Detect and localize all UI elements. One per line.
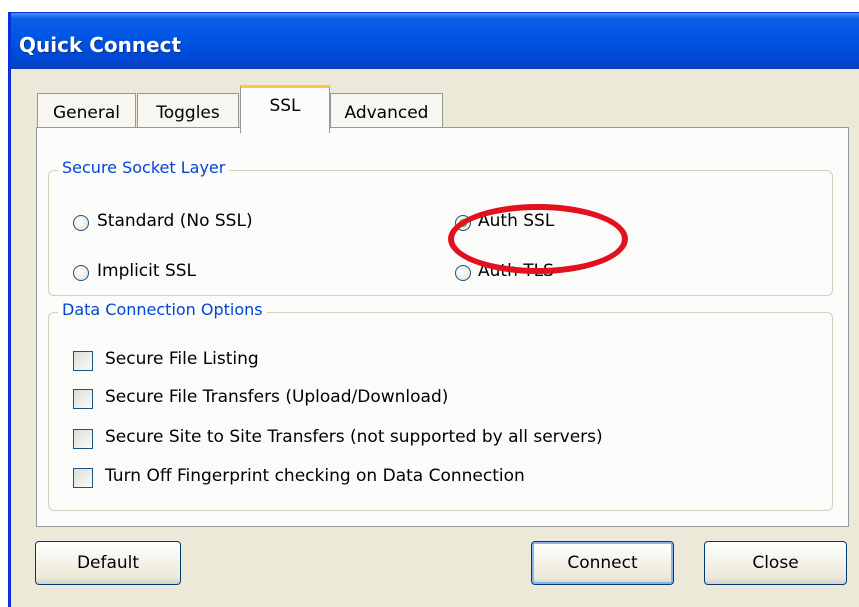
checkbox[interactable] bbox=[73, 468, 93, 488]
connect-button[interactable]: Connect bbox=[531, 541, 674, 585]
checkbox-label: Secure File Listing bbox=[105, 349, 259, 369]
tab-advanced[interactable]: Advanced bbox=[330, 93, 443, 129]
close-button[interactable]: Close bbox=[704, 541, 847, 585]
title-bar[interactable]: Quick Connect bbox=[11, 13, 859, 69]
radio-button[interactable] bbox=[455, 265, 471, 281]
tab-ssl[interactable]: SSL bbox=[240, 85, 330, 133]
checkbox[interactable] bbox=[73, 429, 93, 449]
window-title: Quick Connect bbox=[19, 33, 182, 57]
checkbox[interactable] bbox=[73, 351, 93, 371]
tab-toggles[interactable]: Toggles bbox=[137, 93, 239, 129]
radio-selected-dot bbox=[459, 219, 467, 227]
quick-connect-window: Quick Connect General Toggles SSL Advanc… bbox=[8, 12, 859, 607]
secure-socket-layer-group: Secure Socket Layer Standard (No SSL) Au… bbox=[48, 158, 833, 296]
radio-label: Standard (No SSL) bbox=[97, 211, 253, 231]
group-legend-ssl: Secure Socket Layer bbox=[58, 158, 230, 177]
radio-label: Implicit SSL bbox=[97, 261, 197, 281]
radio-button-selected[interactable] bbox=[455, 215, 471, 231]
checkbox-label: Turn Off Fingerprint checking on Data Co… bbox=[105, 466, 525, 486]
checkbox[interactable] bbox=[73, 389, 93, 409]
checkbox-label: Secure Site to Site Transfers (not suppo… bbox=[105, 427, 603, 447]
radio-label: Auth SSL bbox=[478, 211, 555, 231]
radio-button[interactable] bbox=[73, 215, 89, 231]
checkbox-label: Secure File Transfers (Upload/Download) bbox=[105, 387, 449, 407]
ssl-tab-panel: Secure Socket Layer Standard (No SSL) Au… bbox=[36, 127, 849, 527]
tab-general[interactable]: General bbox=[37, 93, 136, 129]
radio-button[interactable] bbox=[73, 265, 89, 281]
default-button[interactable]: Default bbox=[35, 541, 181, 585]
data-connection-options-group: Data Connection Options Secure File List… bbox=[48, 300, 833, 511]
group-legend-data: Data Connection Options bbox=[58, 300, 267, 319]
radio-label: Auth TLS bbox=[478, 261, 554, 281]
